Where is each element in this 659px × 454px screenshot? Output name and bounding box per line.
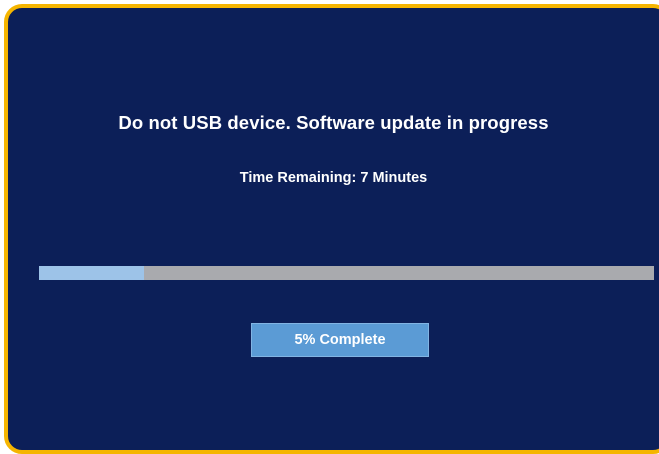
percent-complete-badge: 5% Complete <box>251 323 429 357</box>
update-panel: Do not USB device. Software update in pr… <box>4 4 659 454</box>
progress-fill <box>39 266 144 280</box>
update-headline: Do not USB device. Software update in pr… <box>118 112 549 133</box>
time-remaining-label: Time Remaining: 7 Minutes <box>239 170 428 186</box>
progress-bar <box>39 266 654 280</box>
